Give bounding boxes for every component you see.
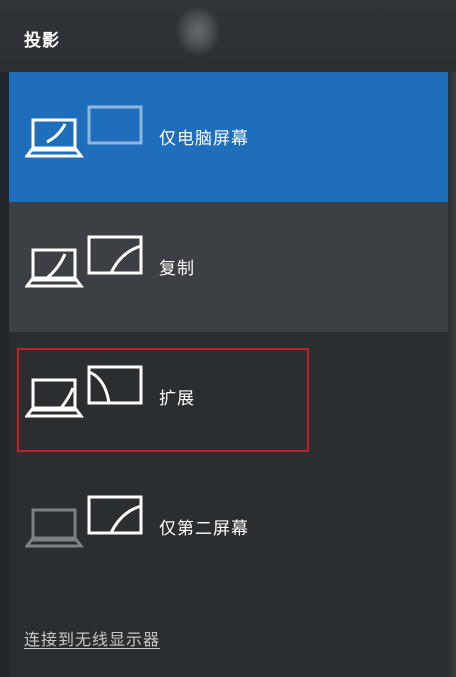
option-second-screen-only[interactable]: 仅第二屏幕 [9,462,448,592]
option-pc-screen-only[interactable]: 仅电脑屏幕 [9,72,448,202]
option-label: 复制 [159,259,195,279]
duplicate-icon [25,235,143,288]
extend-highlight-box [17,348,309,452]
option-duplicate[interactable]: 复制 [9,202,448,332]
panel-title: 投影 [24,31,60,51]
pc-screen-only-icon [25,105,143,158]
option-label: 仅电脑屏幕 [159,129,249,149]
blurred-background-shape [178,8,218,54]
right-edge [448,0,456,677]
left-edge [0,0,9,677]
panel-header: 投影 [0,0,456,72]
connect-wireless-display-link[interactable]: 连接到无线显示器 [24,626,160,650]
option-label: 仅第二屏幕 [159,519,249,539]
second-screen-only-icon [25,495,143,548]
project-panel: 投影 仅电脑屏幕 复制 扩展 仅第二屏幕 连接到无线显示器 [0,0,456,677]
